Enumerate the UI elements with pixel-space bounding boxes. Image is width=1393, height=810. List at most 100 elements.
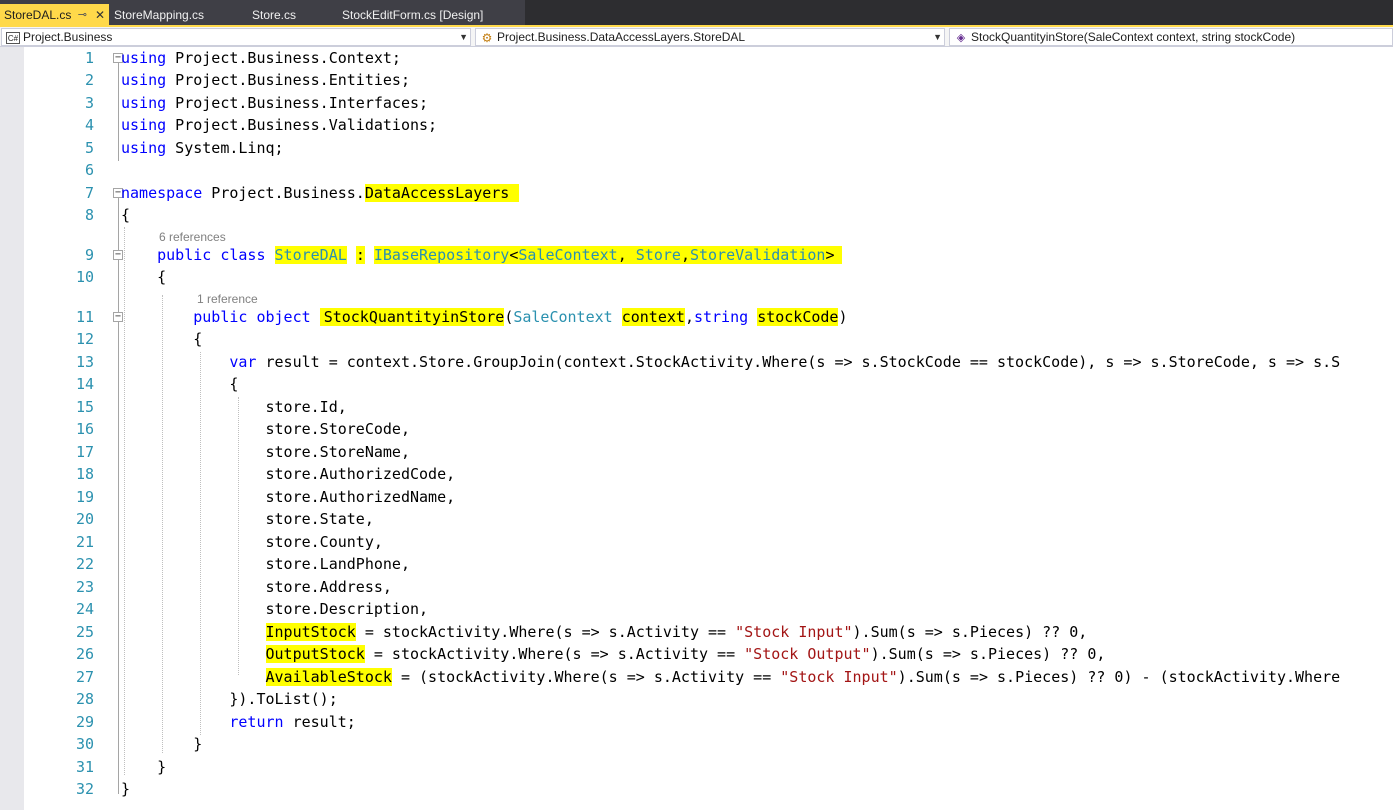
code-line: AvailableStock = (stockActivity.Where(s … [121, 667, 1340, 687]
code-text: store.AuthorizedName, [265, 488, 456, 506]
keyword: return [229, 713, 284, 731]
tab-store[interactable]: Store.cs [248, 4, 338, 27]
code-text: store.Id, [265, 398, 347, 416]
type-dropdown[interactable]: ⚙ Project.Business.DataAccessLayers.Store… [475, 28, 945, 46]
code-line: store.Address, [121, 577, 392, 597]
keyword: object [256, 308, 311, 326]
code-text: , [617, 246, 636, 264]
method-icon: ◈ [956, 31, 966, 44]
line-number: 3 [84, 94, 94, 112]
highlighted-text: stockCode [757, 308, 839, 326]
code-line: OutputStock = stockActivity.Where(s => s… [121, 644, 1105, 664]
line-number: 4 [84, 116, 94, 134]
code-line: using Project.Business.Validations; [121, 115, 437, 135]
outline-line [118, 198, 119, 794]
pin-icon[interactable]: ⊸ [78, 4, 87, 27]
code-text: Project.Business.Entities; [166, 71, 410, 89]
line-number: 6 [84, 161, 94, 179]
code-text: ).Sum(s => s.Pieces) ?? 0, [870, 645, 1106, 663]
type-name: SaleContext [518, 246, 618, 264]
line-number: 5 [84, 139, 94, 157]
code-line: }).ToList(); [121, 689, 337, 709]
line-number: 32 [75, 780, 94, 798]
code-line: store.StoreName, [121, 442, 411, 462]
keyword: public [157, 246, 212, 264]
line-number: 15 [75, 398, 94, 416]
code-text: = stockActivity.Where(s => s.Activity == [364, 645, 745, 663]
line-number: 31 [75, 758, 94, 776]
line-number: 19 [75, 488, 94, 506]
chevron-down-icon[interactable]: ▼ [933, 29, 942, 45]
type-name: Store [635, 246, 681, 264]
codelens-references[interactable]: 1 reference [197, 292, 258, 306]
code-line: store.StoreCode, [121, 419, 411, 439]
line-number: 26 [75, 645, 94, 663]
code-text: { [193, 330, 203, 348]
keyword: using [121, 94, 167, 112]
code-text: ) [838, 308, 848, 326]
code-text: Project.Business.Interfaces; [166, 94, 429, 112]
code-line: store.AuthorizedCode, [121, 464, 456, 484]
code-text: ).Sum(s => s.Pieces) ?? 0) - (stockActiv… [897, 668, 1341, 686]
highlighted-text: DataAccessLayers [364, 184, 520, 202]
line-number: 29 [75, 713, 94, 731]
keyword: namespace [121, 184, 203, 202]
line-number: 25 [75, 623, 94, 641]
code-text: { [229, 375, 239, 393]
code-text: } [121, 780, 131, 798]
code-line: { [121, 374, 238, 394]
keyword: string [693, 308, 749, 326]
code-text: ).Sum(s => s.Pieces) ?? 0, [852, 623, 1088, 641]
code-text: } [193, 735, 203, 753]
outline-line [118, 63, 119, 161]
highlighted-text: AvailableStock [265, 668, 392, 686]
code-text: store.County, [265, 533, 383, 551]
member-dropdown-value: StockQuantityinStore(SaleContext context… [971, 30, 1296, 44]
chevron-down-icon[interactable]: ▼ [459, 29, 468, 45]
close-icon[interactable]: ✕ [95, 4, 105, 27]
code-line: store.State, [121, 509, 374, 529]
tab-label: StoreMapping.cs [114, 8, 205, 22]
code-line: using Project.Business.Context; [121, 48, 401, 68]
code-text: ( [504, 308, 514, 326]
code-text: Project.Business.Validations; [166, 116, 438, 134]
line-number: 7 [84, 184, 94, 202]
tab-label: StoreDAL.cs [4, 8, 72, 22]
code-line: store.AuthorizedName, [121, 487, 456, 507]
line-number: 10 [75, 268, 94, 286]
code-line: var result = context.Store.GroupJoin(con… [121, 352, 1340, 372]
tab-storemapping[interactable]: StoreMapping.cs [110, 4, 248, 27]
codelens-references[interactable]: 6 references [159, 230, 226, 244]
code-line: namespace Project.Business.DataAccessLay… [121, 183, 520, 203]
type-name: SaleContext [513, 308, 613, 326]
line-number: 13 [75, 353, 94, 371]
code-line: InputStock = stockActivity.Where(s => s.… [121, 622, 1087, 642]
line-number: 28 [75, 690, 94, 708]
code-line: { [121, 267, 166, 287]
code-text: System.Linq; [166, 139, 284, 157]
line-number: 2 [84, 71, 94, 89]
code-line: store.LandPhone, [121, 554, 411, 574]
tab-label: Store.cs [252, 8, 297, 22]
line-number: 23 [75, 578, 94, 596]
code-editor[interactable]: − − − − 1 2 3 4 5 6 7 8 9 10 11 12 13 14… [24, 47, 1393, 810]
line-number: 8 [84, 206, 94, 224]
document-tab-bar: StoreDAL.cs ⊸ ✕ StoreMapping.cs Store.cs… [0, 0, 1393, 27]
highlighted-text: : [355, 246, 365, 264]
tab-stockeditform-design[interactable]: StockEditForm.cs [Design] [338, 4, 523, 27]
line-number: 30 [75, 735, 94, 753]
code-line: using Project.Business.Interfaces; [121, 93, 428, 113]
line-number: 17 [75, 443, 94, 461]
string-literal: "Stock Input" [780, 668, 898, 686]
tab-storedal[interactable]: StoreDAL.cs ⊸ ✕ [0, 4, 109, 27]
line-number: 14 [75, 375, 94, 393]
member-dropdown[interactable]: ◈ StockQuantityinStore(SaleContext contex… [949, 28, 1393, 46]
highlighted-text: StockQuantityinStore [319, 308, 505, 326]
code-text: result = context.Store.GroupJoin(context… [256, 353, 1341, 371]
code-line: } [121, 757, 166, 777]
code-text: > [825, 246, 835, 264]
project-dropdown[interactable]: C# Project.Business ▼ [1, 28, 471, 46]
highlighted-text: IBaseRepository<SaleContext, Store,Store… [373, 246, 843, 264]
highlighted-text: StoreDAL [274, 246, 347, 264]
code-line: } [121, 779, 130, 799]
